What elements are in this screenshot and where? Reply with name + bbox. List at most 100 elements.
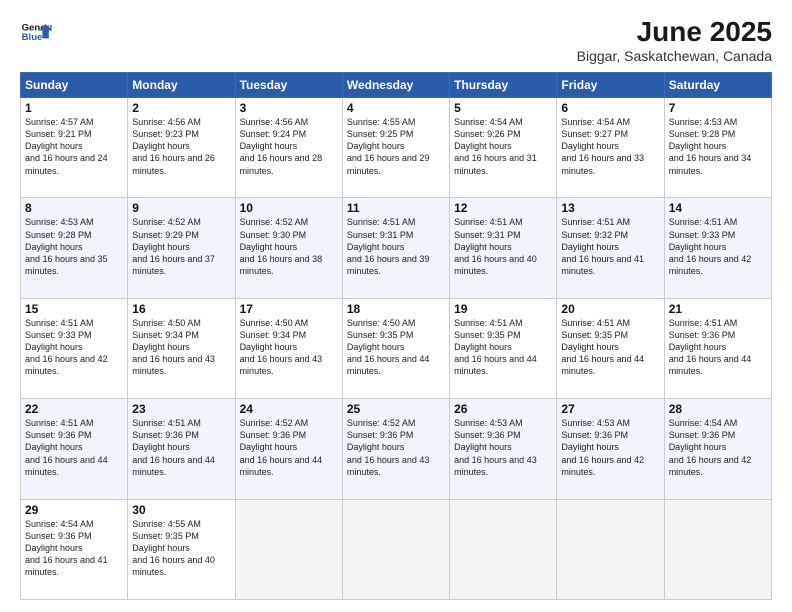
calendar-week-row: 15Sunrise: 4:51 AMSunset: 9:33 PMDayligh…: [21, 298, 772, 398]
table-row: [664, 499, 771, 599]
day-number: 7: [669, 101, 767, 115]
day-number: 12: [454, 201, 552, 215]
table-row: 2Sunrise: 4:56 AMSunset: 9:23 PMDaylight…: [128, 98, 235, 198]
svg-text:Blue: Blue: [22, 32, 43, 43]
day-info: Sunrise: 4:52 AMSunset: 9:29 PMDaylight …: [132, 216, 230, 277]
col-sunday: Sunday: [21, 73, 128, 98]
day-info: Sunrise: 4:51 AMSunset: 9:32 PMDaylight …: [561, 216, 659, 277]
day-info: Sunrise: 4:51 AMSunset: 9:36 PMDaylight …: [25, 417, 123, 478]
day-number: 18: [347, 302, 445, 316]
day-info: Sunrise: 4:55 AMSunset: 9:25 PMDaylight …: [347, 116, 445, 177]
table-row: [235, 499, 342, 599]
table-row: 27Sunrise: 4:53 AMSunset: 9:36 PMDayligh…: [557, 399, 664, 499]
day-info: Sunrise: 4:54 AMSunset: 9:26 PMDaylight …: [454, 116, 552, 177]
table-row: 18Sunrise: 4:50 AMSunset: 9:35 PMDayligh…: [342, 298, 449, 398]
day-info: Sunrise: 4:51 AMSunset: 9:36 PMDaylight …: [669, 317, 767, 378]
day-info: Sunrise: 4:56 AMSunset: 9:23 PMDaylight …: [132, 116, 230, 177]
day-number: 27: [561, 402, 659, 416]
table-row: 8Sunrise: 4:53 AMSunset: 9:28 PMDaylight…: [21, 198, 128, 298]
logo-icon: General Blue: [20, 16, 52, 48]
col-monday: Monday: [128, 73, 235, 98]
calendar-week-row: 29Sunrise: 4:54 AMSunset: 9:36 PMDayligh…: [21, 499, 772, 599]
day-info: Sunrise: 4:51 AMSunset: 9:36 PMDaylight …: [132, 417, 230, 478]
day-info: Sunrise: 4:53 AMSunset: 9:36 PMDaylight …: [561, 417, 659, 478]
logo: General Blue: [20, 16, 52, 48]
table-row: 3Sunrise: 4:56 AMSunset: 9:24 PMDaylight…: [235, 98, 342, 198]
day-info: Sunrise: 4:52 AMSunset: 9:30 PMDaylight …: [240, 216, 338, 277]
table-row: 21Sunrise: 4:51 AMSunset: 9:36 PMDayligh…: [664, 298, 771, 398]
table-row: [342, 499, 449, 599]
day-info: Sunrise: 4:54 AMSunset: 9:27 PMDaylight …: [561, 116, 659, 177]
table-row: 13Sunrise: 4:51 AMSunset: 9:32 PMDayligh…: [557, 198, 664, 298]
day-info: Sunrise: 4:50 AMSunset: 9:34 PMDaylight …: [132, 317, 230, 378]
day-info: Sunrise: 4:57 AMSunset: 9:21 PMDaylight …: [25, 116, 123, 177]
day-info: Sunrise: 4:51 AMSunset: 9:31 PMDaylight …: [347, 216, 445, 277]
day-info: Sunrise: 4:51 AMSunset: 9:35 PMDaylight …: [454, 317, 552, 378]
day-info: Sunrise: 4:51 AMSunset: 9:33 PMDaylight …: [25, 317, 123, 378]
table-row: 12Sunrise: 4:51 AMSunset: 9:31 PMDayligh…: [450, 198, 557, 298]
day-number: 6: [561, 101, 659, 115]
table-row: 29Sunrise: 4:54 AMSunset: 9:36 PMDayligh…: [21, 499, 128, 599]
day-number: 9: [132, 201, 230, 215]
day-info: Sunrise: 4:51 AMSunset: 9:31 PMDaylight …: [454, 216, 552, 277]
day-number: 5: [454, 101, 552, 115]
header: General Blue June 2025 Biggar, Saskatche…: [20, 16, 772, 64]
day-number: 14: [669, 201, 767, 215]
calendar-week-row: 8Sunrise: 4:53 AMSunset: 9:28 PMDaylight…: [21, 198, 772, 298]
day-number: 8: [25, 201, 123, 215]
table-row: 4Sunrise: 4:55 AMSunset: 9:25 PMDaylight…: [342, 98, 449, 198]
day-number: 1: [25, 101, 123, 115]
day-number: 2: [132, 101, 230, 115]
table-row: 1Sunrise: 4:57 AMSunset: 9:21 PMDaylight…: [21, 98, 128, 198]
table-row: 7Sunrise: 4:53 AMSunset: 9:28 PMDaylight…: [664, 98, 771, 198]
table-row: 30Sunrise: 4:55 AMSunset: 9:35 PMDayligh…: [128, 499, 235, 599]
day-number: 21: [669, 302, 767, 316]
day-info: Sunrise: 4:54 AMSunset: 9:36 PMDaylight …: [669, 417, 767, 478]
calendar-table: Sunday Monday Tuesday Wednesday Thursday…: [20, 72, 772, 600]
day-info: Sunrise: 4:52 AMSunset: 9:36 PMDaylight …: [347, 417, 445, 478]
table-row: 20Sunrise: 4:51 AMSunset: 9:35 PMDayligh…: [557, 298, 664, 398]
table-row: 17Sunrise: 4:50 AMSunset: 9:34 PMDayligh…: [235, 298, 342, 398]
title-block: June 2025 Biggar, Saskatchewan, Canada: [577, 16, 772, 64]
day-info: Sunrise: 4:56 AMSunset: 9:24 PMDaylight …: [240, 116, 338, 177]
day-number: 13: [561, 201, 659, 215]
table-row: 9Sunrise: 4:52 AMSunset: 9:29 PMDaylight…: [128, 198, 235, 298]
day-info: Sunrise: 4:53 AMSunset: 9:36 PMDaylight …: [454, 417, 552, 478]
day-number: 22: [25, 402, 123, 416]
day-number: 29: [25, 503, 123, 517]
col-saturday: Saturday: [664, 73, 771, 98]
day-info: Sunrise: 4:53 AMSunset: 9:28 PMDaylight …: [25, 216, 123, 277]
day-number: 17: [240, 302, 338, 316]
table-row: [450, 499, 557, 599]
col-friday: Friday: [557, 73, 664, 98]
day-number: 16: [132, 302, 230, 316]
day-info: Sunrise: 4:50 AMSunset: 9:34 PMDaylight …: [240, 317, 338, 378]
day-number: 10: [240, 201, 338, 215]
day-number: 28: [669, 402, 767, 416]
day-number: 15: [25, 302, 123, 316]
table-row: 11Sunrise: 4:51 AMSunset: 9:31 PMDayligh…: [342, 198, 449, 298]
day-info: Sunrise: 4:50 AMSunset: 9:35 PMDaylight …: [347, 317, 445, 378]
table-row: [557, 499, 664, 599]
day-info: Sunrise: 4:51 AMSunset: 9:35 PMDaylight …: [561, 317, 659, 378]
day-info: Sunrise: 4:54 AMSunset: 9:36 PMDaylight …: [25, 518, 123, 579]
day-info: Sunrise: 4:55 AMSunset: 9:35 PMDaylight …: [132, 518, 230, 579]
day-info: Sunrise: 4:52 AMSunset: 9:36 PMDaylight …: [240, 417, 338, 478]
table-row: 24Sunrise: 4:52 AMSunset: 9:36 PMDayligh…: [235, 399, 342, 499]
calendar-header-row: Sunday Monday Tuesday Wednesday Thursday…: [21, 73, 772, 98]
col-thursday: Thursday: [450, 73, 557, 98]
location: Biggar, Saskatchewan, Canada: [577, 48, 772, 64]
table-row: 14Sunrise: 4:51 AMSunset: 9:33 PMDayligh…: [664, 198, 771, 298]
day-number: 19: [454, 302, 552, 316]
day-number: 23: [132, 402, 230, 416]
table-row: 26Sunrise: 4:53 AMSunset: 9:36 PMDayligh…: [450, 399, 557, 499]
day-number: 3: [240, 101, 338, 115]
col-wednesday: Wednesday: [342, 73, 449, 98]
table-row: 28Sunrise: 4:54 AMSunset: 9:36 PMDayligh…: [664, 399, 771, 499]
table-row: 25Sunrise: 4:52 AMSunset: 9:36 PMDayligh…: [342, 399, 449, 499]
table-row: 15Sunrise: 4:51 AMSunset: 9:33 PMDayligh…: [21, 298, 128, 398]
day-number: 4: [347, 101, 445, 115]
table-row: 5Sunrise: 4:54 AMSunset: 9:26 PMDaylight…: [450, 98, 557, 198]
calendar-week-row: 1Sunrise: 4:57 AMSunset: 9:21 PMDaylight…: [21, 98, 772, 198]
table-row: 22Sunrise: 4:51 AMSunset: 9:36 PMDayligh…: [21, 399, 128, 499]
